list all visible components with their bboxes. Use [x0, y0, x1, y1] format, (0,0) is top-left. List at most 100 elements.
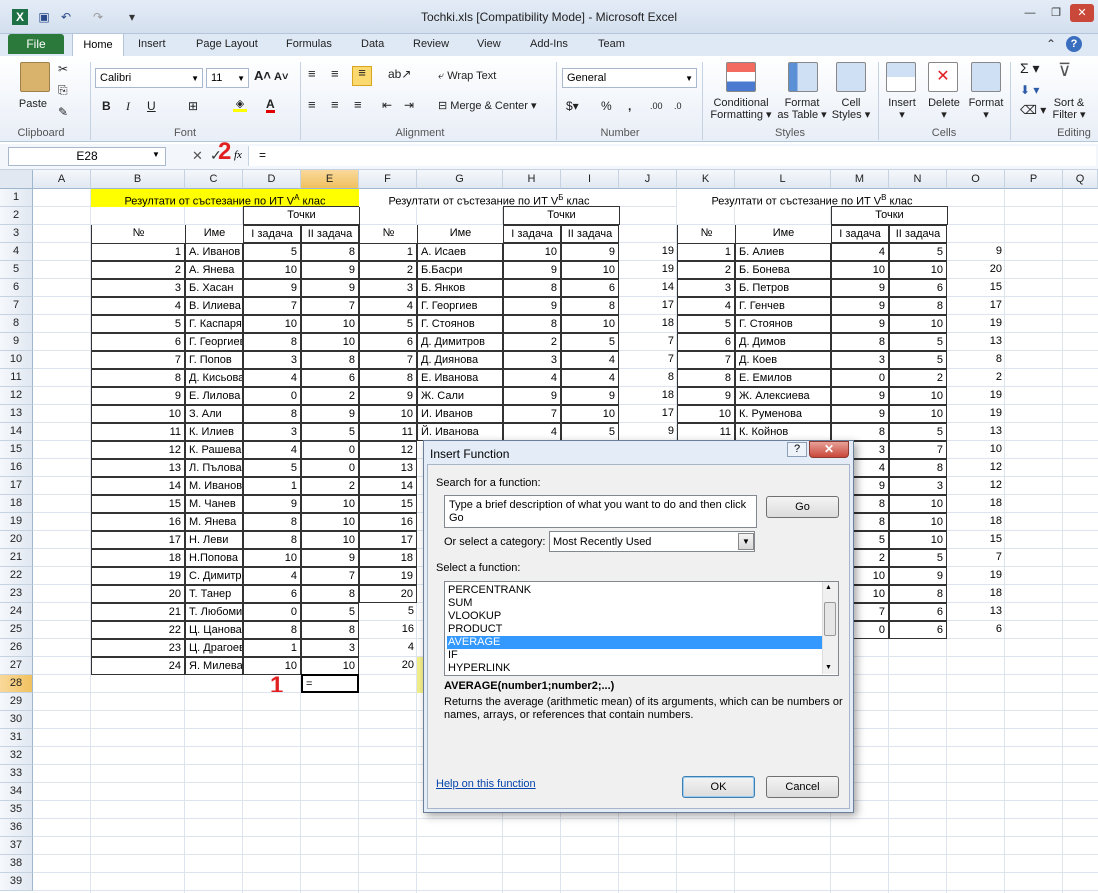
- cell-task2[interactable]: 8: [301, 621, 359, 639]
- cell-task2[interactable]: 10: [889, 387, 947, 405]
- cell-total[interactable]: 14: [619, 279, 677, 297]
- cell-task2[interactable]: 10: [301, 657, 359, 675]
- column-header[interactable]: I: [561, 170, 619, 189]
- cell-number[interactable]: 16: [91, 513, 185, 531]
- row-header[interactable]: 15: [0, 441, 33, 459]
- row-header[interactable]: 16: [0, 459, 33, 477]
- column-header[interactable]: A: [33, 170, 91, 189]
- cell-task2[interactable]: 7: [889, 441, 947, 459]
- cell-number[interactable]: 17: [359, 531, 417, 549]
- cell-number[interactable]: 6: [359, 333, 417, 351]
- name-box-dropdown-icon[interactable]: ▼: [152, 150, 160, 159]
- cell-number[interactable]: 15: [359, 495, 417, 513]
- cell-task2[interactable]: 8: [889, 297, 947, 315]
- cell-number[interactable]: 10: [359, 405, 417, 423]
- row-header[interactable]: 10: [0, 351, 33, 369]
- cell-name[interactable]: Д. Коев: [735, 351, 831, 369]
- cell-task2[interactable]: 5: [889, 549, 947, 567]
- cell-number[interactable]: 8: [359, 369, 417, 387]
- decrease-indent-icon[interactable]: ⇤: [382, 99, 392, 111]
- cell-task1[interactable]: 10: [243, 549, 301, 567]
- cell-task2[interactable]: 10: [889, 495, 947, 513]
- name-box[interactable]: E28: [8, 147, 166, 166]
- row-header[interactable]: 27: [0, 657, 33, 675]
- cell-task1[interactable]: 8: [243, 405, 301, 423]
- cell-task2[interactable]: 9: [561, 387, 619, 405]
- cell-name[interactable]: Г. Каспарян: [185, 315, 243, 333]
- cell-total[interactable]: 6: [947, 621, 1005, 639]
- column-header[interactable]: E: [301, 170, 359, 189]
- font-color-icon[interactable]: A: [266, 98, 275, 113]
- cell-name[interactable]: З. Али: [185, 405, 243, 423]
- cell-name[interactable]: Ж. Сали: [417, 387, 503, 405]
- cell-task2[interactable]: 8: [561, 297, 619, 315]
- cell-task1[interactable]: 4: [243, 441, 301, 459]
- cell-name[interactable]: Д. Кисьова: [185, 369, 243, 387]
- function-item[interactable]: IF: [447, 649, 822, 662]
- row-header[interactable]: 33: [0, 765, 33, 783]
- column-header[interactable]: P: [1005, 170, 1063, 189]
- cell-number[interactable]: 8: [677, 369, 735, 387]
- help-on-function-link[interactable]: Help on this function: [436, 778, 536, 790]
- cell-task2[interactable]: 0: [301, 441, 359, 459]
- cell-task1[interactable]: 10: [831, 261, 889, 279]
- cell-task1[interactable]: 9: [831, 387, 889, 405]
- cell-number[interactable]: 18: [359, 549, 417, 567]
- cell-task1[interactable]: 7: [503, 405, 561, 423]
- cell-number[interactable]: 1: [677, 243, 735, 261]
- cell-number[interactable]: 14: [359, 477, 417, 495]
- cell-name[interactable]: Й. Иванова: [417, 423, 503, 441]
- cell-task1[interactable]: 8: [243, 621, 301, 639]
- cell-number[interactable]: 5: [359, 315, 417, 333]
- cell-number[interactable]: 4: [91, 297, 185, 315]
- cell-total[interactable]: 18: [619, 387, 677, 405]
- underline-icon[interactable]: U: [147, 100, 156, 112]
- cell-task2[interactable]: 10: [301, 531, 359, 549]
- cell-number[interactable]: 5: [91, 315, 185, 333]
- tab-formulas[interactable]: Formulas: [286, 38, 332, 50]
- column-header[interactable]: O: [947, 170, 1005, 189]
- cell-name[interactable]: Н.Попова: [185, 549, 243, 567]
- cell-task2[interactable]: 9: [301, 405, 359, 423]
- align-center-icon[interactable]: ≡: [331, 98, 339, 111]
- cell-task2[interactable]: 5: [561, 423, 619, 441]
- column-header[interactable]: K: [677, 170, 735, 189]
- row-header[interactable]: 24: [0, 603, 33, 621]
- function-item[interactable]: PRODUCT: [447, 623, 822, 636]
- cell-task2[interactable]: 10: [561, 405, 619, 423]
- row-header[interactable]: 5: [0, 261, 33, 279]
- cell-number[interactable]: 13: [91, 459, 185, 477]
- cell-number[interactable]: 7: [359, 351, 417, 369]
- cell-task1[interactable]: 1: [243, 639, 301, 657]
- cell-total[interactable]: 18: [947, 513, 1005, 531]
- ribbon-minimize-icon[interactable]: ⌃: [1046, 37, 1056, 51]
- cell-task1[interactable]: 8: [243, 333, 301, 351]
- cell-name[interactable]: Б. Алиев: [735, 243, 831, 261]
- cell-task2[interactable]: 2: [301, 387, 359, 405]
- cell-name[interactable]: В. Илиева: [185, 297, 243, 315]
- cell-task2[interactable]: 0: [301, 459, 359, 477]
- active-cell-e28[interactable]: =: [301, 674, 359, 693]
- cell-task1[interactable]: 4: [243, 567, 301, 585]
- cell-number[interactable]: 9: [359, 387, 417, 405]
- cell-number[interactable]: 20: [91, 585, 185, 603]
- cell-total[interactable]: 9: [947, 243, 1005, 261]
- column-header[interactable]: B: [91, 170, 185, 189]
- cell-task1[interactable]: 10: [243, 261, 301, 279]
- cell-task2[interactable]: 5: [301, 603, 359, 621]
- cell-total[interactable]: 12: [947, 477, 1005, 495]
- align-right-icon[interactable]: ≡: [354, 98, 362, 111]
- cell-name[interactable]: М. Чанев: [185, 495, 243, 513]
- cell-task1[interactable]: 9: [503, 261, 561, 279]
- row-header[interactable]: 19: [0, 513, 33, 531]
- cell-number[interactable]: 20: [359, 585, 417, 603]
- cell-task2[interactable]: 8: [301, 585, 359, 603]
- cell-task2[interactable]: 10: [301, 315, 359, 333]
- cell-name[interactable]: Е. Емилов: [735, 369, 831, 387]
- cell-name[interactable]: Г. Стоянов: [735, 315, 831, 333]
- cancel-entry-icon[interactable]: ✕: [192, 148, 203, 164]
- cell-name[interactable]: Б. Янков: [417, 279, 503, 297]
- cell-number[interactable]: 19: [91, 567, 185, 585]
- cell-number[interactable]: 9: [91, 387, 185, 405]
- tab-review[interactable]: Review: [413, 38, 449, 50]
